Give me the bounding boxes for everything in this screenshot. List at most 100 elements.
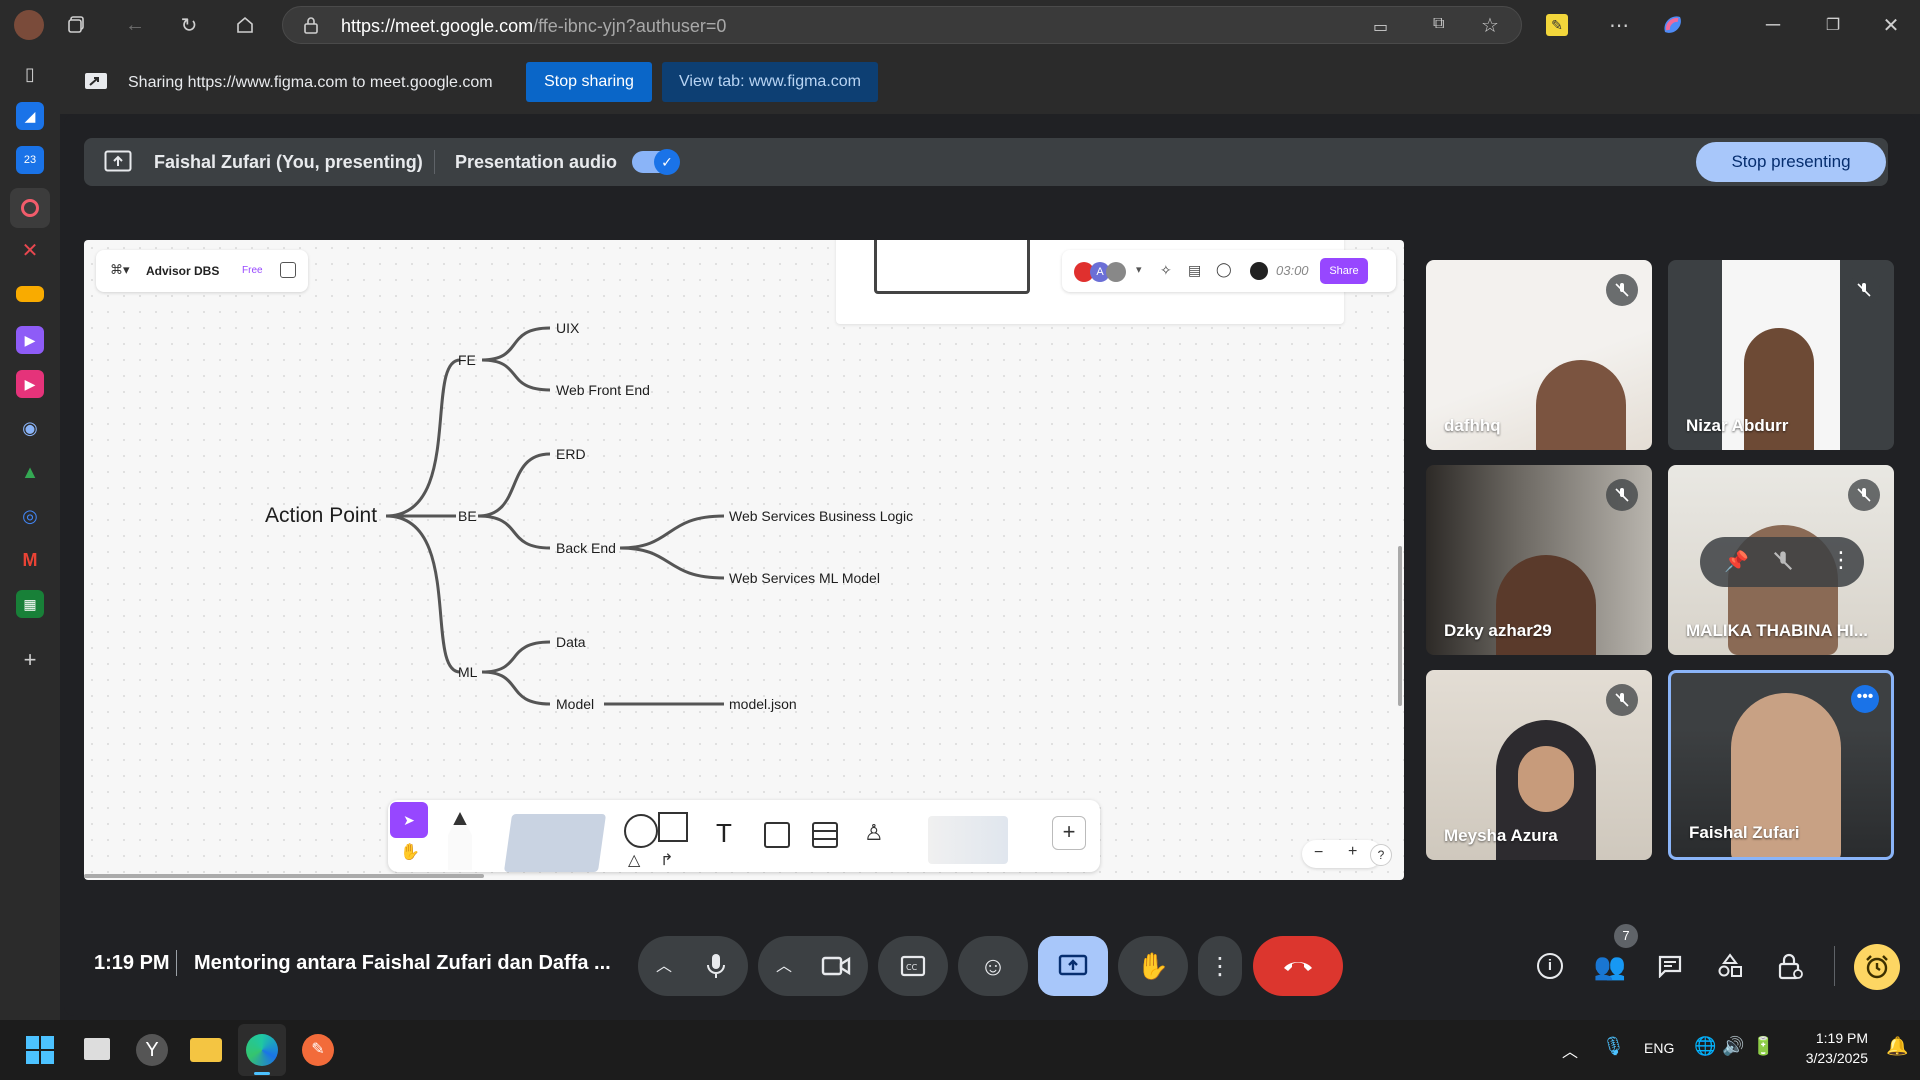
- mindmap-node-model[interactable]: Model: [556, 696, 594, 712]
- mindmap-node-data[interactable]: Data: [556, 634, 586, 650]
- stamp-tool-icon[interactable]: ♙: [864, 820, 884, 846]
- mindmap-node-model-json[interactable]: model.json: [729, 696, 797, 712]
- raise-hand-button[interactable]: ✋: [1118, 936, 1188, 996]
- edge-browser-icon[interactable]: [246, 1034, 278, 1066]
- sidebar-app-icon[interactable]: ◢: [16, 102, 44, 130]
- show-hidden-icons-chevron-icon[interactable]: ︿: [1562, 1038, 1578, 1062]
- reactions-button[interactable]: ☺: [958, 936, 1028, 996]
- calendar-icon[interactable]: 23: [16, 146, 44, 174]
- lock-icon[interactable]: [303, 16, 319, 39]
- participant-tile[interactable]: 📌 ⋮ MALIKA THABINA HI...: [1668, 465, 1894, 655]
- app-icon-orange[interactable]: ✎: [302, 1034, 334, 1066]
- cast-icon[interactable]: ⧉: [1433, 15, 1444, 33]
- favorite-star-icon[interactable]: ☆: [1481, 13, 1499, 38]
- circle-shape-icon[interactable]: [624, 814, 658, 848]
- chat-button[interactable]: [1650, 948, 1690, 984]
- restore-icon[interactable]: ❐: [1820, 12, 1846, 38]
- participant-tile[interactable]: Dzky azhar29: [1426, 465, 1652, 655]
- drive-icon[interactable]: ▲: [16, 458, 44, 486]
- stop-presenting-button[interactable]: Stop presenting: [1696, 142, 1886, 182]
- captions-button[interactable]: CC: [878, 936, 948, 996]
- microphone-button[interactable]: [688, 942, 744, 990]
- arrow-shape-icon[interactable]: ↱: [660, 850, 673, 870]
- hand-tool-icon[interactable]: ✋: [400, 842, 420, 862]
- app-icon-y[interactable]: Y: [136, 1034, 168, 1066]
- mindmap-node-erd[interactable]: ERD: [556, 446, 586, 462]
- participant-tile[interactable]: Nizar Abdurr: [1668, 260, 1894, 450]
- add-tool-icon[interactable]: +: [1052, 816, 1086, 850]
- mindmap-node-web-front-end[interactable]: Web Front End: [556, 382, 650, 398]
- mindmap-node-ml-model[interactable]: Web Services ML Model: [729, 570, 880, 586]
- tabs-icon[interactable]: ▯: [16, 60, 44, 88]
- help-button[interactable]: ?: [1370, 844, 1392, 866]
- timer-alarm-button[interactable]: [1854, 944, 1900, 990]
- extension-icon[interactable]: ✎: [1546, 14, 1568, 36]
- profile-avatar[interactable]: [14, 10, 44, 40]
- reload-icon[interactable]: ↻: [176, 12, 202, 38]
- move-tool-icon[interactable]: ➤: [390, 802, 428, 838]
- task-view-icon[interactable]: [84, 1038, 110, 1060]
- workspaces-icon[interactable]: [64, 12, 90, 38]
- sidebar-app-circle-icon[interactable]: ◎: [16, 502, 44, 530]
- meeting-details-button[interactable]: i: [1530, 948, 1570, 984]
- rectangle-shape-icon[interactable]: [658, 812, 688, 842]
- camera-button[interactable]: [808, 942, 864, 990]
- sheets-icon[interactable]: ▦: [16, 590, 44, 618]
- present-button[interactable]: [1038, 936, 1108, 996]
- network-icon[interactable]: 🌐: [1694, 1036, 1716, 1057]
- section-tool-icon[interactable]: [764, 822, 790, 848]
- mic-off-icon[interactable]: [1772, 550, 1794, 577]
- presentation-audio-toggle[interactable]: ✓: [632, 149, 680, 175]
- participant-tile[interactable]: dafhhq: [1426, 260, 1652, 450]
- notification-bell-icon[interactable]: 🔔: [1886, 1036, 1908, 1057]
- mindmap-node-ml[interactable]: ML: [458, 664, 477, 680]
- mindmap-node-be[interactable]: BE: [458, 508, 477, 524]
- battery-icon[interactable]: 🔋: [1752, 1036, 1774, 1057]
- view-tab-button[interactable]: View tab: www.figma.com: [662, 62, 878, 102]
- mindmap-root[interactable]: Action Point: [265, 504, 377, 528]
- camera-options-chevron-icon[interactable]: ︿: [776, 952, 792, 976]
- mindmap-node-back-end[interactable]: Back End: [556, 540, 616, 556]
- copilot-icon[interactable]: [1660, 12, 1686, 38]
- sidebar-app-card-icon[interactable]: [16, 286, 44, 302]
- leave-call-button[interactable]: [1253, 936, 1343, 996]
- pen-tool-icon[interactable]: [448, 812, 472, 870]
- windows-start-icon[interactable]: [26, 1036, 54, 1064]
- activities-button[interactable]: [1710, 948, 1750, 984]
- back-icon[interactable]: ←: [122, 12, 148, 38]
- templates-icon[interactable]: [928, 816, 1008, 864]
- people-button[interactable]: 👥 7: [1590, 924, 1638, 984]
- more-menu-icon[interactable]: ⋯: [1606, 12, 1632, 38]
- chrome-icon[interactable]: ◉: [16, 414, 44, 442]
- host-controls-button[interactable]: [1770, 948, 1810, 984]
- close-icon[interactable]: ✕: [1878, 12, 1904, 38]
- clock-date[interactable]: 3/23/2025: [1796, 1050, 1868, 1066]
- record-icon[interactable]: [10, 188, 50, 228]
- gmail-icon[interactable]: M: [16, 546, 44, 574]
- mindmap-node-business-logic[interactable]: Web Services Business Logic: [729, 508, 913, 524]
- figma-board[interactable]: ⌘▾ Advisor DBS Free A ▾ ✧ ▤ ◯ 03:00 Shar…: [84, 240, 1404, 880]
- home-icon[interactable]: [232, 12, 258, 38]
- file-explorer-icon[interactable]: [190, 1038, 222, 1062]
- more-options-icon[interactable]: ⋮: [1830, 547, 1852, 573]
- horizontal-scrollbar[interactable]: [84, 874, 484, 878]
- minimize-icon[interactable]: ─: [1760, 12, 1786, 38]
- volume-icon[interactable]: 🔊: [1722, 1036, 1744, 1057]
- sidebar-app-play2-icon[interactable]: ▶: [16, 370, 44, 398]
- pin-icon[interactable]: 📌: [1724, 549, 1749, 574]
- mindmap-node-fe[interactable]: FE: [458, 352, 476, 368]
- text-tool-icon[interactable]: T: [716, 818, 732, 849]
- sidebar-app-play-icon[interactable]: ▶: [16, 326, 44, 354]
- mic-options-chevron-icon[interactable]: ︿: [656, 952, 672, 976]
- triangle-shape-icon[interactable]: △: [628, 850, 640, 870]
- mindmap-node-uix[interactable]: UIX: [556, 320, 579, 336]
- address-bar[interactable]: https://meet.google.com/ffe-ibnc-yjn?aut…: [282, 6, 1522, 44]
- clock-time[interactable]: 1:19 PM: [1800, 1030, 1868, 1046]
- more-options-icon[interactable]: •••: [1851, 685, 1879, 713]
- input-language[interactable]: ENG: [1644, 1040, 1674, 1056]
- more-options-button[interactable]: ⋮: [1198, 936, 1242, 996]
- zoom-out-button[interactable]: −: [1314, 844, 1323, 862]
- add-app-icon[interactable]: +: [16, 646, 44, 674]
- sticky-note-tool-icon[interactable]: [503, 814, 607, 872]
- stop-sharing-button[interactable]: Stop sharing: [526, 62, 652, 102]
